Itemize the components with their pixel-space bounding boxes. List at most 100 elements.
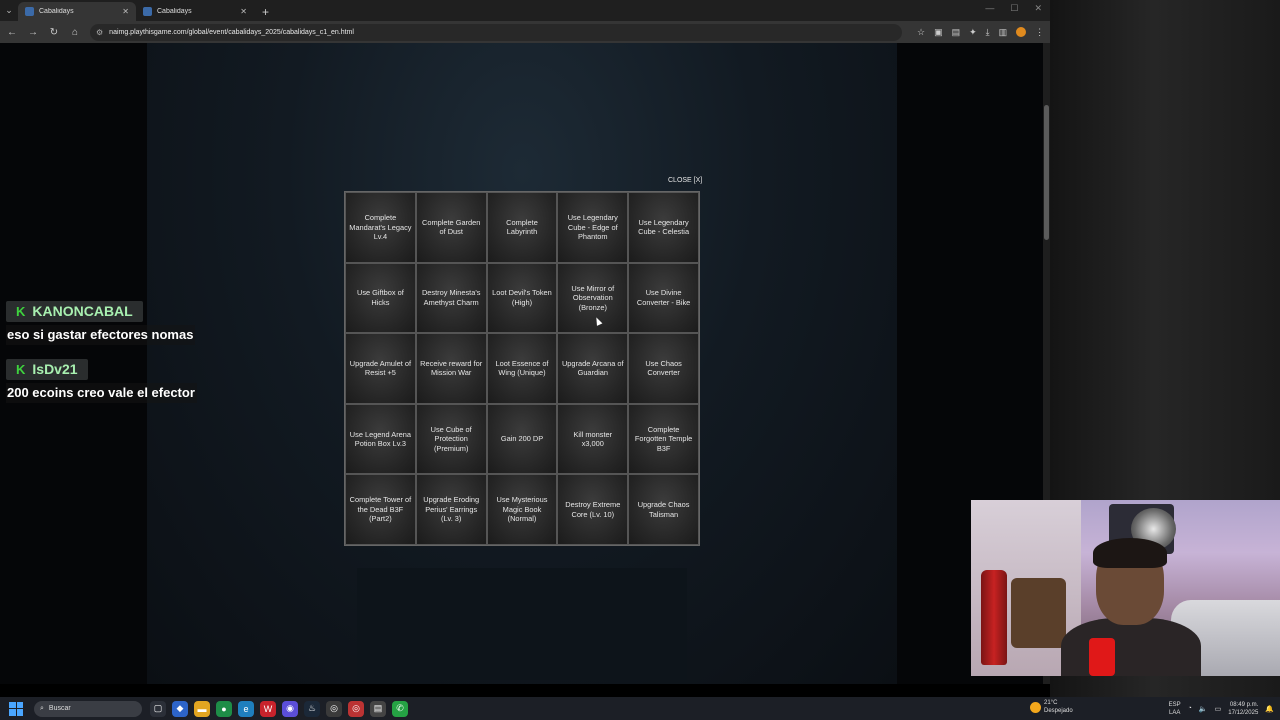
steam-icon[interactable]: ♨ <box>304 700 320 717</box>
volume-icon[interactable]: 🔈 <box>1199 705 1208 713</box>
mission-cell[interactable]: Destroy Extreme Core (Lv. 10) <box>557 474 629 545</box>
notifications-icon[interactable]: 🔔 <box>1265 705 1274 713</box>
weather-widget[interactable]: 21°C Despejado <box>1030 699 1073 715</box>
webcam-bag <box>1011 578 1066 648</box>
mission-cell[interactable]: Complete Mandarat's Legacy Lv.4 <box>345 192 416 263</box>
whatsapp-icon[interactable]: ✆ <box>392 700 408 717</box>
chat-username-text: KANONCABAL <box>32 303 133 319</box>
mission-cell[interactable]: Use Divine Converter - Bike <box>628 262 699 334</box>
kick-badge-icon: K <box>16 361 26 377</box>
mission-label: Gain 200 DP <box>500 434 544 444</box>
new-tab-button[interactable]: + <box>254 5 277 21</box>
url-text: naimg.playthisgame.com/global/event/caba… <box>109 28 354 36</box>
tab-cabalidays-2[interactable]: Cabalidays ✕ <box>136 2 254 21</box>
tab-cabalidays-1[interactable]: Cabalidays ✕ <box>18 2 136 21</box>
windows-start-icon[interactable] <box>9 701 23 716</box>
forward-icon[interactable]: → <box>27 27 39 38</box>
address-bar[interactable]: ⚙ naimg.playthisgame.com/global/event/ca… <box>90 23 902 41</box>
mission-label: Use Giftbox of Hicks <box>356 288 404 307</box>
mission-label: Upgrade Amulet of Resist +5 <box>349 358 411 378</box>
menu-kebab-icon[interactable]: ⋮ <box>1035 27 1044 38</box>
mission-label: Use Chaos Converter <box>645 358 682 378</box>
mission-cell[interactable]: Use Legendary Cube - Edge of Phantom <box>557 192 629 263</box>
mission-label: Loot Essence of Wing (Unique) <box>495 358 549 378</box>
mission-cell[interactable]: Gain 200 DP <box>486 403 558 475</box>
app-target-icon[interactable]: ◎ <box>348 700 364 717</box>
mission-cell[interactable]: Complete Garden of Dust <box>415 192 487 263</box>
mission-bingo-grid: Complete Mandarat's Legacy Lv.4 Complete… <box>344 191 700 546</box>
tab-group-icon[interactable]: ▤ <box>952 27 961 38</box>
notepad-icon[interactable]: ▤ <box>370 700 386 717</box>
taskbar-pinned-apps: ▢ ◆ ▬ ● e W ◉ ♨ ◎ ◎ ▤ ✆ <box>150 700 408 717</box>
mission-cell[interactable]: Use Chaos Converter <box>628 333 699 404</box>
mission-label: Use Cube of Protection (Premium) <box>430 424 472 453</box>
webcam-bottle <box>981 570 1007 665</box>
mission-cell[interactable]: Upgrade Arcana of Guardian <box>557 333 629 404</box>
edge-icon[interactable]: e <box>238 700 254 717</box>
mission-cell[interactable]: Loot Essence of Wing (Unique) <box>486 333 558 404</box>
obs-icon[interactable]: ◎ <box>326 700 342 717</box>
mission-label: Use Mirror of Observation (Bronze) <box>571 283 615 312</box>
file-explorer-icon[interactable]: ▬ <box>194 700 210 717</box>
tab-close-icon[interactable]: ✕ <box>122 7 129 16</box>
battery-icon[interactable]: ▭ <box>1215 705 1222 713</box>
mission-cell[interactable]: Use Legend Arena Potion Box Lv.3 <box>345 403 416 475</box>
mission-label: Upgrade Chaos Talisman <box>637 500 690 519</box>
mission-cell[interactable]: Use Legendary Cube - Celestia <box>628 192 699 263</box>
wifi-icon[interactable]: ◔ <box>1188 705 1192 712</box>
sun-icon <box>1030 701 1041 713</box>
mission-label: Use Mysterious Magic Book (Normal) <box>496 495 548 524</box>
scrollbar-thumb[interactable] <box>1044 105 1049 240</box>
taskbar-search[interactable]: ⌕ Buscar <box>34 700 142 717</box>
window-controls: — ☐ ✕ <box>985 3 1042 14</box>
mission-cell[interactable]: Use Giftbox of Hicks <box>345 262 416 334</box>
extensions-puzzle-icon[interactable]: ✦ <box>969 27 977 38</box>
language-indicator[interactable]: ESP LAA <box>1169 701 1181 717</box>
mission-cell[interactable]: Receive reward for Mission War <box>415 333 487 404</box>
mission-cell[interactable]: Complete Tower of the Dead B3F (Part2) <box>345 474 416 545</box>
mission-label: Complete Garden of Dust <box>422 217 481 237</box>
chat-message: K IsDv21 200 ecoins creo vale el efector <box>6 359 197 403</box>
tab-search-icon[interactable]: ⌄ <box>0 0 18 21</box>
app-red-icon[interactable]: W <box>260 700 276 717</box>
mission-cell[interactable]: Upgrade Chaos Talisman <box>628 474 699 545</box>
mission-cell[interactable]: Use Cube of Protection (Premium) <box>415 403 487 475</box>
mission-cell[interactable]: Loot Devil's Token (High) <box>486 262 558 334</box>
bookmark-star-icon[interactable]: ☆ <box>917 27 925 38</box>
discord-icon[interactable]: ◉ <box>282 700 298 717</box>
site-info-icon[interactable]: ⚙ <box>96 28 103 37</box>
tab-close-icon[interactable]: ✕ <box>240 7 247 16</box>
windows-taskbar: ⌕ Buscar ▢ ◆ ▬ ● e W ◉ ♨ ◎ ◎ ▤ ✆ 21°C De… <box>0 697 1280 720</box>
task-view-icon[interactable]: ▢ <box>150 700 166 717</box>
toolbar-actions: ☆ ▣ ▤ ✦ ⤓ ▥ ⋮ <box>917 26 1044 38</box>
system-clock[interactable]: 08:49 p.m. 17/12/2025 <box>1228 701 1258 717</box>
modal-close-button[interactable]: CLOSE [X] <box>668 177 702 184</box>
mission-label: Complete Labyrinth <box>506 217 538 237</box>
mission-cell[interactable]: Upgrade Eroding Perius' Earrings (Lv. 3) <box>415 474 487 545</box>
mission-cell[interactable]: Use Mysterious Magic Book (Normal) <box>486 474 558 545</box>
mission-label: Upgrade Arcana of Guardian <box>561 358 624 378</box>
chrome-icon[interactable]: ● <box>216 700 232 717</box>
home-icon[interactable]: ⌂ <box>69 27 81 38</box>
minimize-icon[interactable]: — <box>985 3 994 14</box>
back-icon[interactable]: ← <box>6 27 18 38</box>
download-icon[interactable]: ⤓ <box>986 27 990 38</box>
mission-cell[interactable]: Complete Labyrinth <box>486 192 558 263</box>
mission-cell[interactable]: Kill monster x3,000 <box>557 403 629 475</box>
sidebar-icon[interactable]: ▥ <box>999 27 1008 38</box>
mission-cell[interactable]: Use Mirror of Observation (Bronze) <box>557 262 629 334</box>
reload-icon[interactable]: ↻ <box>48 27 60 38</box>
mission-cell[interactable]: Complete Forgotten Temple B3F <box>628 403 699 475</box>
mission-cell[interactable]: Upgrade Amulet of Resist +5 <box>345 333 416 404</box>
profile-avatar[interactable] <box>1016 26 1027 37</box>
site-favicon-icon <box>143 7 152 16</box>
maximize-icon[interactable]: ☐ <box>1010 3 1018 14</box>
mission-label: Complete Forgotten Temple B3F <box>634 424 693 453</box>
copilot-icon[interactable]: ◆ <box>172 700 188 717</box>
close-window-icon[interactable]: ✕ <box>1034 3 1042 14</box>
extension-icon[interactable]: ▣ <box>934 27 943 38</box>
site-favicon-icon <box>25 7 34 16</box>
mission-label: Use Legend Arena Potion Box Lv.3 <box>349 429 412 449</box>
tab-label: Cabalidays <box>157 8 192 15</box>
mission-cell[interactable]: Destroy Minesta's Amethyst Charm <box>415 262 487 334</box>
